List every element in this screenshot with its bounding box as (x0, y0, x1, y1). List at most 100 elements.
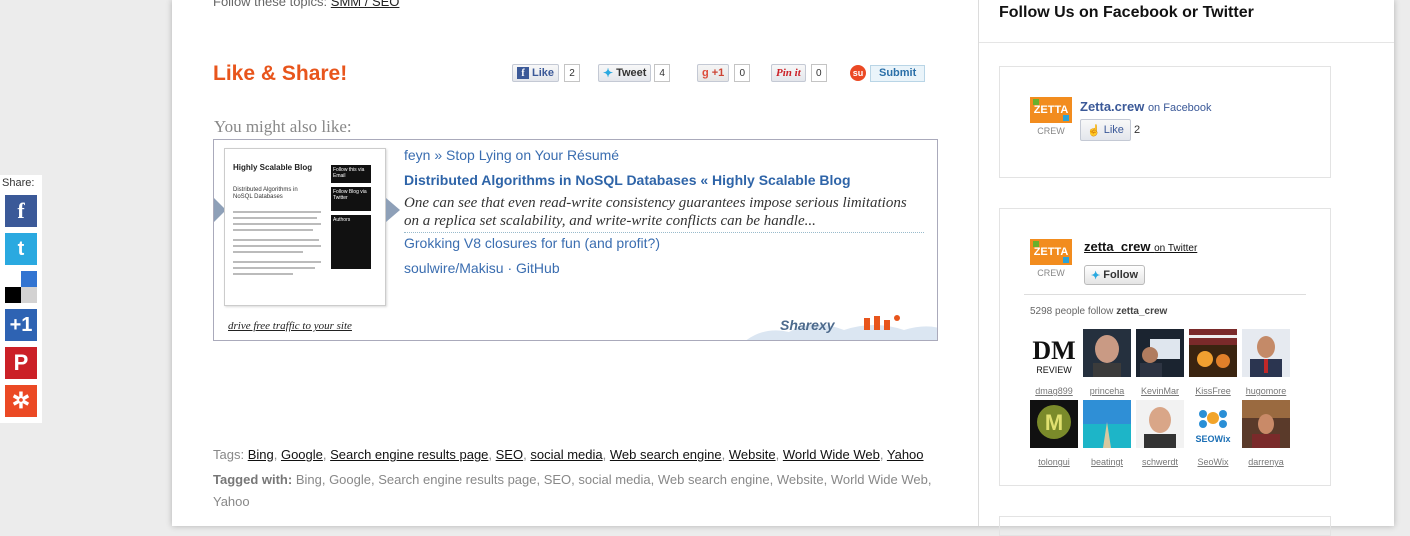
thumbnail-subtitle: Distributed Algorithms in NoSQL Database… (233, 187, 298, 200)
follower-item[interactable]: M tolongui (1030, 400, 1078, 467)
tweet-widget[interactable]: ✦ Tweet 4 (598, 64, 670, 82)
twitter-share-icon[interactable]: t (5, 233, 37, 265)
svg-text:Sharexy: Sharexy (780, 317, 836, 333)
share-bar: Share: f t +1 P ✲ (0, 175, 42, 423)
facebook-like-count: 2 (564, 64, 581, 82)
follower-avatar (1083, 329, 1131, 377)
thumbnail-sidebar-block: Authors (331, 215, 371, 269)
share-label: Share: (2, 177, 35, 189)
google-plus-share-icon[interactable]: +1 (5, 309, 37, 341)
related-posts-box: Highly Scalable Blog Distributed Algorit… (213, 139, 938, 341)
google-g-icon: g (702, 67, 709, 79)
facebook-page-like-button[interactable]: ☝ Like (1080, 119, 1131, 141)
thumbnail-text-line (233, 251, 303, 253)
tweet-count: 4 (654, 64, 670, 82)
follower-item[interactable]: KissFree (1189, 329, 1237, 396)
tweet-button[interactable]: ✦ Tweet (598, 64, 652, 82)
follower-avatar: SEOWix (1189, 400, 1237, 448)
topic-link-smm-seo[interactable]: SMM / SEO (331, 0, 400, 9)
google-plus-count: 0 (734, 64, 751, 82)
thumbnail-text-line (233, 211, 321, 213)
twitter-follow-box: ZETTA CREW zetta_crew on Twitter ✦ Follo… (999, 208, 1331, 486)
thumbnail-text-line (233, 245, 321, 247)
facebook-like-button[interactable]: f Like (512, 64, 560, 82)
twitter-follow-button[interactable]: ✦ Follow (1084, 265, 1146, 285)
tagged-with-label: Tagged with: (213, 472, 293, 487)
follower-avatar (1242, 329, 1290, 377)
follow-topics-label: Follow these topics: (213, 0, 328, 9)
thumbnail-text-line (233, 229, 313, 231)
next-widget-box (999, 516, 1331, 536)
tweet-label: Tweet (616, 67, 647, 79)
facebook-page-name[interactable]: Zetta.crew on Facebook (1080, 99, 1212, 114)
thumbnail-title: Highly Scalable Blog (233, 163, 313, 172)
follower-avatar (1136, 400, 1184, 448)
related-link-4[interactable]: soulwire/Makisu · GitHub (404, 260, 560, 276)
follower-item[interactable]: hugomore (1242, 329, 1290, 396)
sharexy-logo[interactable]: Sharexy (744, 308, 938, 341)
follower-item[interactable]: princeha (1083, 329, 1131, 396)
sidebar-title: Follow Us on Facebook or Twitter (999, 4, 1254, 21)
like-share-heading: Like & Share! (213, 62, 348, 85)
twitter-account-name[interactable]: zetta_crew on Twitter (1084, 239, 1197, 254)
facebook-share-icon[interactable]: f (5, 195, 37, 227)
thumbs-up-icon: ☝ (1087, 124, 1101, 137)
tagged-with: Tagged with: Bing, Google, Search engine… (213, 469, 933, 513)
follower-item[interactable]: beatingt (1083, 400, 1131, 467)
stumbleupon-share-icon[interactable]: ✲ (5, 385, 37, 417)
svg-text:DM: DM (1032, 336, 1075, 365)
tag-link[interactable]: Website (729, 447, 776, 462)
thumbnail-text-line (233, 217, 317, 219)
tag-link[interactable]: social media (530, 447, 602, 462)
follower-item[interactable]: darrenya (1242, 400, 1290, 467)
follower-item[interactable]: SEOWix SeoWix (1189, 400, 1237, 467)
related-heading: You might also like: (214, 117, 352, 136)
follower-item[interactable]: schwerdt (1136, 400, 1184, 467)
pin-it-button[interactable]: Pin it (771, 64, 806, 82)
facebook-page-box: ZETTA CREW Zetta.crew on Facebook ☝ Like… (999, 66, 1331, 178)
google-plus-widget[interactable]: g +1 0 (697, 64, 751, 82)
related-link-3[interactable]: Grokking V8 closures for fun (and profit… (404, 235, 660, 251)
sidebar-divider (979, 42, 1394, 43)
tag-link[interactable]: Search engine results page (330, 447, 488, 462)
tag-link[interactable]: World Wide Web (783, 447, 880, 462)
thumbnail-text-line (233, 273, 293, 275)
tag-link[interactable]: Google (281, 447, 323, 462)
drive-traffic-link[interactable]: drive free traffic to your site (228, 320, 352, 332)
follow-topics: Follow these topics: SMM / SEO (213, 0, 399, 9)
pinterest-widget[interactable]: Pin it 0 (771, 64, 827, 82)
tag-link[interactable]: SEO (496, 447, 523, 462)
related-description: One can see that even read-write consist… (404, 194, 924, 233)
stumbleupon-icon: su (850, 65, 866, 81)
zetta-crew-logo[interactable]: ZETTA CREW (1030, 97, 1072, 139)
follower-avatar (1189, 329, 1237, 377)
follower-item[interactable]: DM REVIEW dmag899 (1030, 329, 1078, 396)
tags-line: Tags: Bing, Google, Search engine result… (213, 447, 924, 462)
related-link-2[interactable]: Distributed Algorithms in NoSQL Database… (404, 172, 851, 188)
google-plus-one-label: +1 (711, 67, 725, 79)
zetta-crew-twitter-avatar[interactable]: ZETTA CREW (1030, 239, 1072, 281)
twitter-follower-count: 5298 people follow zetta_crew (1030, 306, 1168, 317)
tag-link[interactable]: Yahoo (887, 447, 924, 462)
facebook-like-widget[interactable]: f Like 2 (512, 64, 581, 82)
follower-item[interactable]: KevinMar (1136, 329, 1184, 396)
svg-text:SEOWix: SEOWix (1196, 434, 1231, 444)
related-link-1[interactable]: feyn » Stop Lying on Your Résumé (404, 147, 619, 163)
follower-avatar: M (1030, 400, 1078, 448)
facebook-icon: f (517, 67, 529, 79)
thumbnail-text-line (233, 239, 319, 241)
thumbnail-sidebar-block: Follow Blog via Twitter (331, 187, 371, 211)
facebook-like-label: Like (532, 67, 555, 79)
pinterest-share-icon[interactable]: P (5, 347, 37, 379)
delicious-share-icon[interactable] (5, 271, 37, 303)
google-plus-one-button[interactable]: g +1 (697, 64, 730, 82)
stumbleupon-widget[interactable]: su Submit (850, 64, 926, 82)
column-divider (978, 0, 979, 526)
stumbleupon-submit-button[interactable]: Submit (870, 64, 926, 82)
tag-link[interactable]: Web search engine (610, 447, 722, 462)
next-arrow-icon[interactable] (386, 198, 400, 222)
twitter-bird-icon: ✦ (603, 66, 614, 80)
tag-link[interactable]: Bing (248, 447, 274, 462)
related-thumbnail[interactable]: Highly Scalable Blog Distributed Algorit… (224, 148, 386, 306)
svg-text:M: M (1045, 410, 1063, 435)
